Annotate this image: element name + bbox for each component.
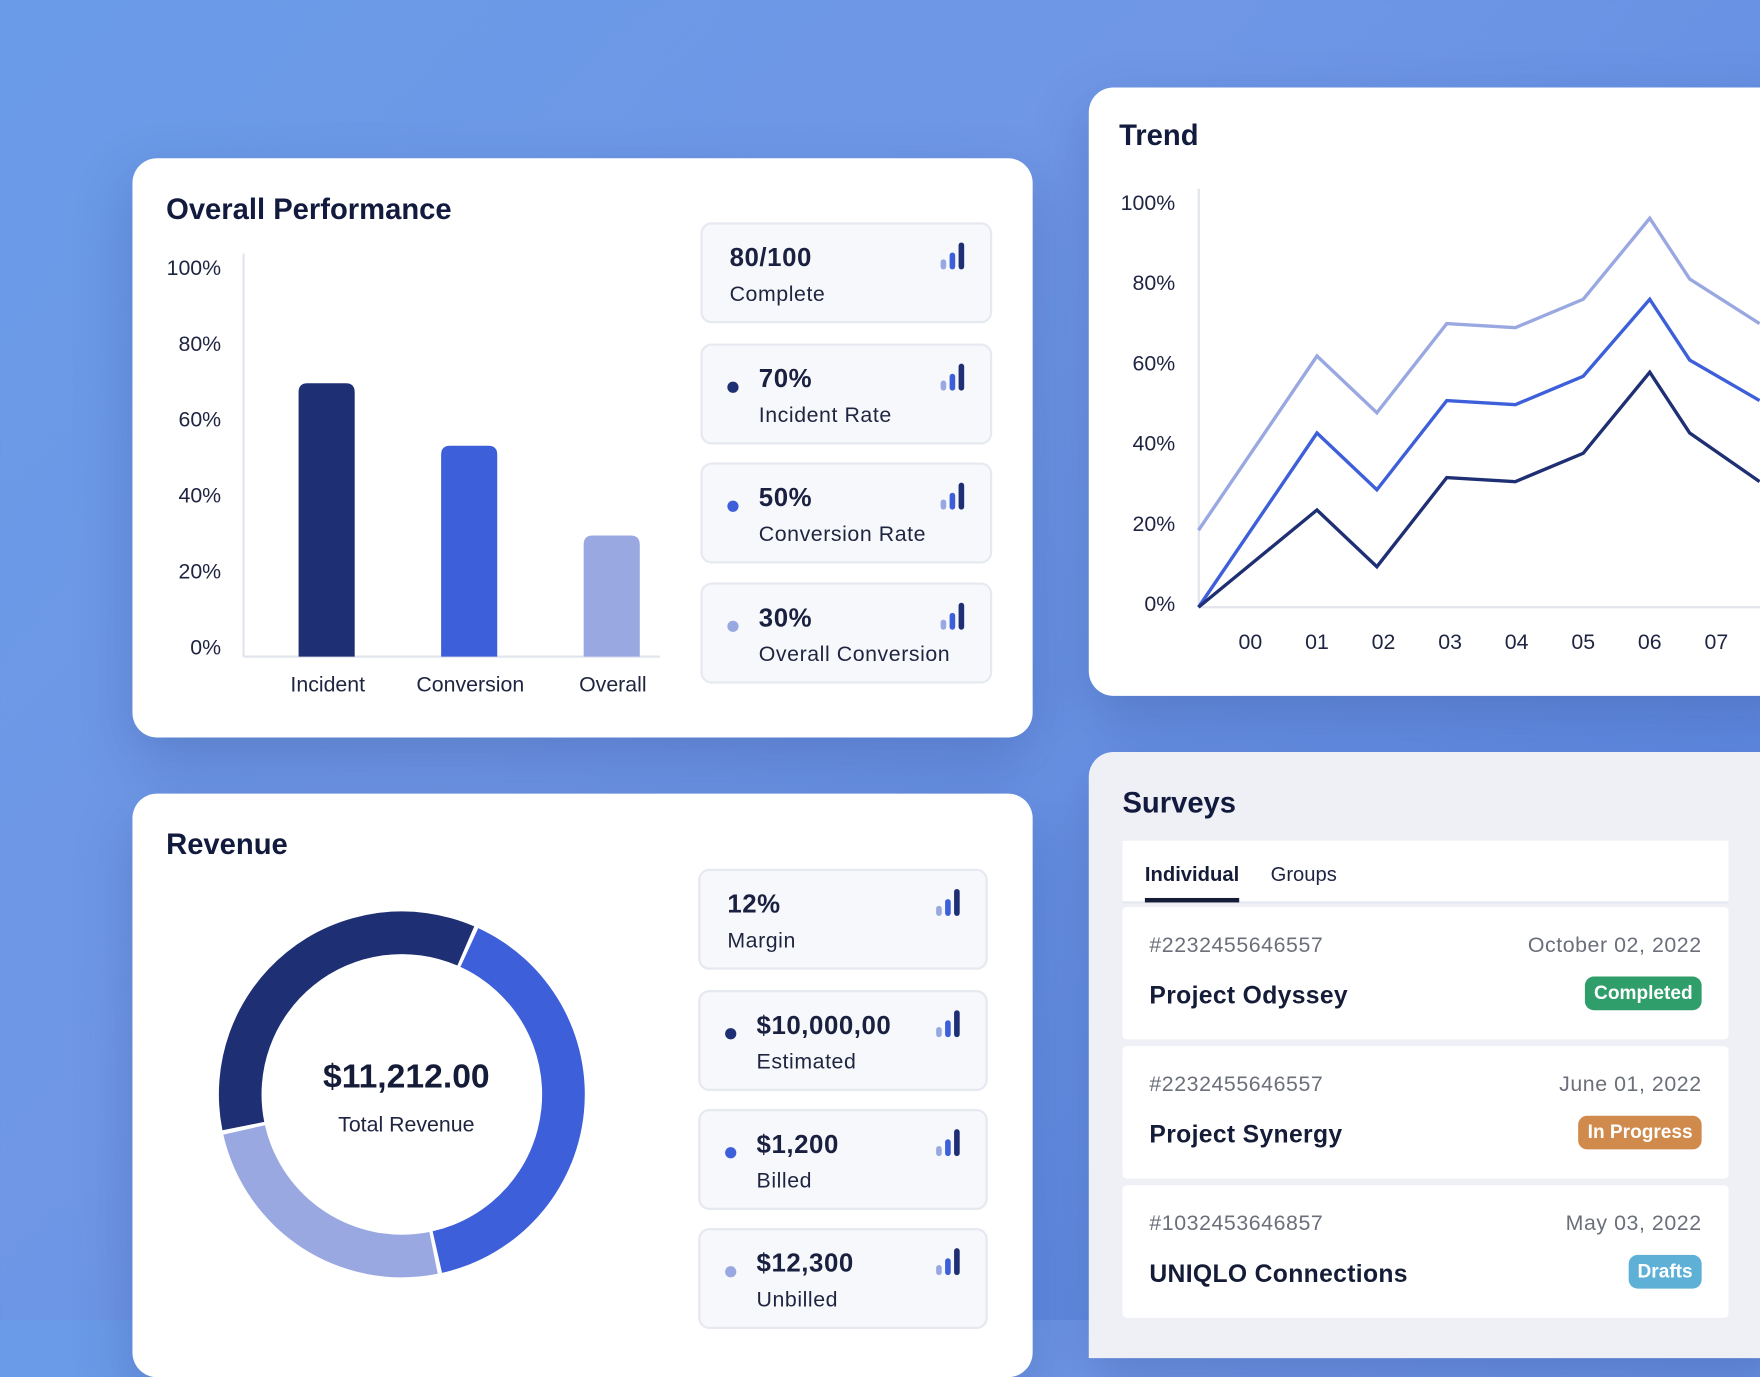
trend-card: Trend 100% 80% 60% 40% 20% 0% 00 01 02 03 04 05 06 07 xyxy=(1088,87,1760,696)
tab-bar: Individual Groups xyxy=(1122,840,1729,904)
survey-name: Project Odyssey xyxy=(1149,981,1348,1010)
signal-bars-icon xyxy=(940,482,966,510)
x-tick-label: 02 xyxy=(1372,630,1396,654)
y-tick-label: 60% xyxy=(1133,351,1176,375)
bar-incident xyxy=(298,383,355,657)
stat-card: $10,000,00 Estimated xyxy=(698,990,988,1092)
survey-list-item[interactable]: #1032453646857 May 03, 2022 UNIQLO Conne… xyxy=(1122,1185,1729,1318)
stat-card: $1,200 Billed xyxy=(698,1108,988,1211)
status-badge: Completed xyxy=(1585,976,1702,1011)
stat-label: Overall Conversion xyxy=(758,643,951,667)
tab-individual[interactable]: Individual xyxy=(1144,863,1240,903)
stat-card: 30% Overall Conversion xyxy=(700,582,993,684)
y-tick-label: 80% xyxy=(178,332,221,356)
stat-card: 50% Conversion Rate xyxy=(700,462,993,564)
stat-card: $12,300 Unbilled xyxy=(698,1227,988,1329)
x-tick-label: 03 xyxy=(1438,630,1462,654)
x-tick-label: Incident xyxy=(290,672,365,696)
surveys-title: Surveys xyxy=(1122,785,1237,820)
stat-value: $12,300 xyxy=(756,1248,854,1278)
status-badge: In Progress xyxy=(1578,1115,1702,1150)
stat-value: 80/100 xyxy=(729,242,812,272)
x-tick-label: Overall xyxy=(579,672,647,696)
stat-label: Complete xyxy=(729,282,826,307)
signal-bars-icon xyxy=(936,1010,961,1038)
y-tick-label: 0% xyxy=(190,635,221,659)
trend-series-line xyxy=(1197,296,1760,609)
x-tick-label: 07 xyxy=(1704,630,1728,654)
survey-id: #2232455646557 xyxy=(1149,933,1324,958)
y-tick-label: 60% xyxy=(178,408,221,432)
legend-dot xyxy=(727,620,739,632)
y-tick-label: 0% xyxy=(1144,592,1175,616)
x-tick-label: 01 xyxy=(1305,630,1329,654)
surveys-card: Surveys Individual Groups #2232455646557… xyxy=(1088,752,1760,1359)
revenue-card: Revenue $11,212.00 Total Revenue 12% Marg… xyxy=(132,793,1033,1377)
stat-card: 80/100 Complete xyxy=(700,222,993,324)
x-tick-label: Conversion xyxy=(416,672,524,696)
signal-bars-icon xyxy=(936,1248,961,1276)
revenue-title: Revenue xyxy=(166,827,288,861)
y-tick-label: 80% xyxy=(1133,271,1176,295)
signal-bars-icon xyxy=(936,1129,961,1157)
survey-name: UNIQLO Connections xyxy=(1149,1259,1408,1288)
survey-date: June 01, 2022 xyxy=(1559,1073,1702,1097)
stat-value: 12% xyxy=(727,888,781,919)
line-chart: 100% 80% 60% 40% 20% 0% 00 01 02 03 04 05 06 07 xyxy=(1121,188,1760,654)
survey-date: May 03, 2022 xyxy=(1565,1212,1702,1236)
signal-bars-icon xyxy=(940,242,966,270)
survey-name: Project Synergy xyxy=(1149,1120,1343,1149)
tab-groups[interactable]: Groups xyxy=(1271,863,1337,887)
legend-dot xyxy=(725,1028,737,1040)
stat-value: 50% xyxy=(758,482,813,512)
stat-value: 30% xyxy=(758,602,813,632)
y-tick-label: 100% xyxy=(167,256,222,280)
y-tick-label: 100% xyxy=(1121,191,1176,215)
stat-label: Billed xyxy=(756,1169,813,1194)
legend-dot xyxy=(725,1147,737,1159)
y-tick-label: 40% xyxy=(1133,432,1176,456)
y-tick-label: 40% xyxy=(178,484,221,508)
status-badge: Drafts xyxy=(1628,1254,1702,1289)
y-tick-label: 20% xyxy=(1133,512,1176,536)
bar-conversion xyxy=(441,445,498,657)
survey-id: #1032453646857 xyxy=(1149,1212,1324,1236)
signal-bars-icon xyxy=(940,363,966,391)
donut-segment xyxy=(218,911,475,1131)
stat-label: Margin xyxy=(727,929,796,953)
x-tick-label: 06 xyxy=(1638,630,1662,654)
x-tick-label: 05 xyxy=(1571,630,1595,654)
signal-bars-icon xyxy=(936,888,961,916)
donut-segment xyxy=(432,928,585,1273)
survey-id: #2232455646557 xyxy=(1149,1073,1324,1097)
survey-list-item[interactable]: #2232455646557 June 01, 2022 Project Syn… xyxy=(1122,1046,1729,1179)
total-revenue-value: $11,212.00 xyxy=(322,1058,490,1096)
x-tick-label: 00 xyxy=(1239,630,1263,654)
legend-dot xyxy=(725,1266,737,1278)
stat-card: 70% Incident Rate xyxy=(700,343,993,445)
stat-card: 12% Margin xyxy=(698,868,988,970)
bar-overall xyxy=(583,535,640,657)
stat-label: Estimated xyxy=(756,1050,857,1075)
stat-value: $1,200 xyxy=(756,1129,839,1159)
stat-label: Unbilled xyxy=(756,1288,839,1313)
stat-value: $10,000,00 xyxy=(756,1010,892,1040)
overall-performance-card: Overall Performance 100% 80% 60% 40% 20% 0% In… xyxy=(132,158,1033,738)
survey-date: October 02, 2022 xyxy=(1527,933,1702,958)
signal-bars-icon xyxy=(940,602,966,630)
y-tick-label: 20% xyxy=(178,560,221,584)
legend-dot xyxy=(727,381,739,393)
stat-label: Incident Rate xyxy=(758,404,892,428)
stat-value: 70% xyxy=(758,363,813,393)
total-revenue-label: Total Revenue xyxy=(338,1113,475,1138)
stat-label: Conversion Rate xyxy=(758,523,927,547)
survey-list-item[interactable]: #2232455646557 October 02, 2022 Project … xyxy=(1122,906,1729,1040)
legend-dot xyxy=(727,500,739,512)
x-tick-label: 04 xyxy=(1505,630,1529,654)
donut-segment xyxy=(223,1125,438,1278)
bar-chart: 100% 80% 60% 40% 20% 0% Incident Conversion Over… xyxy=(167,253,661,696)
